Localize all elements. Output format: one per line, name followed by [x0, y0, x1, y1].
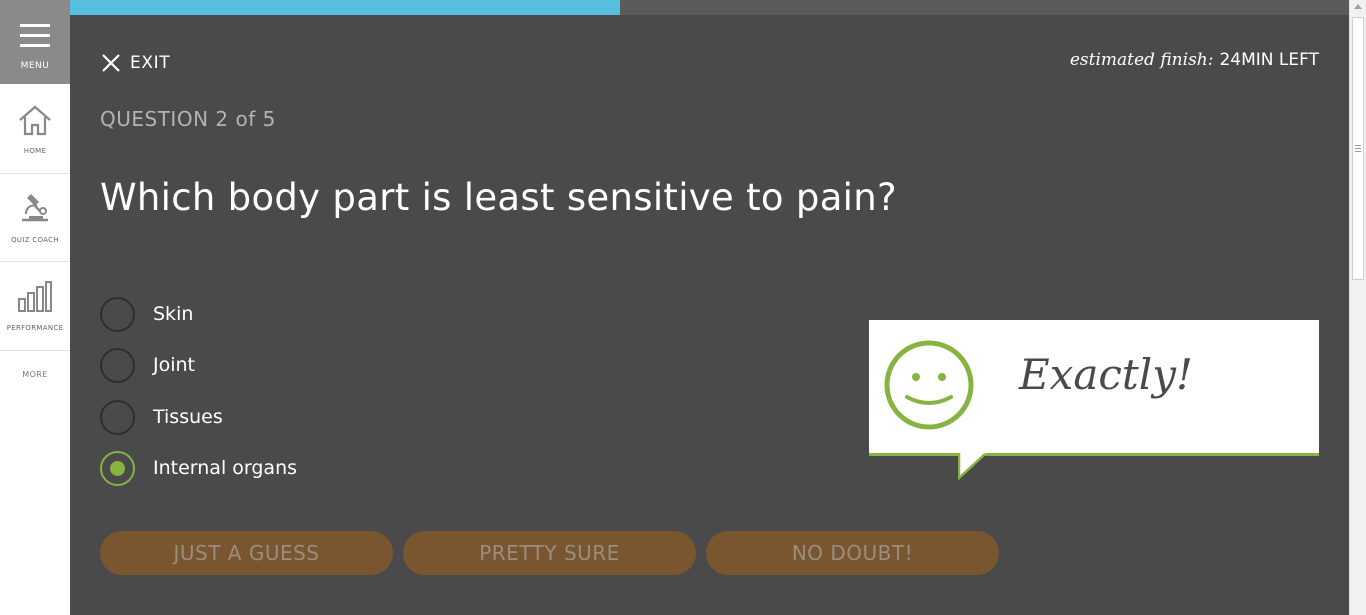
answer-label: Skin	[153, 303, 194, 325]
answer-label: Tissues	[153, 406, 223, 428]
sidebar: MENU HOME QUIZ COACH PERFORMANCE MORE	[0, 0, 70, 615]
menu-label: MENU	[20, 61, 50, 71]
feedback-bubble: Exactly!	[869, 320, 1319, 456]
question-text: Which body part is least sensitive to pa…	[100, 176, 897, 219]
exit-button[interactable]: EXIT	[100, 50, 170, 76]
no-doubt-button[interactable]: NO DOUBT!	[706, 531, 999, 575]
radio-button[interactable]	[100, 347, 135, 383]
hamburger-icon	[20, 24, 50, 54]
estimate-value: 24MIN LEFT	[1219, 50, 1319, 70]
radio-button-selected[interactable]	[100, 450, 135, 486]
radio-button[interactable]	[100, 296, 135, 332]
scroll-up-arrow-icon[interactable]	[1354, 4, 1362, 9]
exit-label: EXIT	[130, 53, 171, 73]
bar-chart-icon	[18, 281, 52, 312]
sidebar-item-quiz-coach[interactable]: QUIZ COACH	[0, 174, 70, 262]
answer-option[interactable]: Joint	[100, 345, 195, 385]
sidebar-item-label: HOME	[23, 147, 47, 155]
progress-fill	[70, 0, 620, 15]
microscope-icon	[22, 194, 48, 222]
home-icon	[19, 105, 51, 136]
smiley-face-icon	[884, 340, 974, 430]
sidebar-item-performance[interactable]: PERFORMANCE	[0, 262, 70, 351]
answer-label: Joint	[153, 354, 195, 376]
progress-bar	[70, 0, 1349, 15]
sidebar-item-label: QUIZ COACH	[11, 236, 59, 244]
just-a-guess-button[interactable]: JUST A GUESS	[100, 531, 393, 575]
close-icon	[102, 54, 120, 72]
answer-option[interactable]: Internal organs	[100, 448, 297, 488]
sidebar-item-home[interactable]: HOME	[0, 85, 70, 174]
more-link[interactable]: MORE	[0, 370, 70, 379]
feedback-message: Exactly!	[1019, 350, 1193, 399]
sidebar-item-label: PERFORMANCE	[6, 324, 64, 332]
pretty-sure-button[interactable]: PRETTY SURE	[403, 531, 696, 575]
answer-label: Internal organs	[153, 457, 298, 479]
estimate-prefix: estimated finish:	[1069, 50, 1214, 70]
scrollbar[interactable]	[1349, 0, 1366, 615]
bubble-tail	[958, 453, 986, 481]
radio-button[interactable]	[100, 399, 135, 435]
answer-option[interactable]: Skin	[100, 294, 193, 334]
estimated-finish: estimated finish: 24MIN LEFT	[1070, 50, 1319, 70]
scroll-thumb[interactable]	[1352, 17, 1364, 280]
menu-button[interactable]: MENU	[0, 0, 70, 84]
scroll-grip-icon	[1355, 145, 1361, 154]
answer-option[interactable]: Tissues	[100, 397, 223, 437]
question-number: QUESTION 2 of 5	[100, 107, 276, 131]
